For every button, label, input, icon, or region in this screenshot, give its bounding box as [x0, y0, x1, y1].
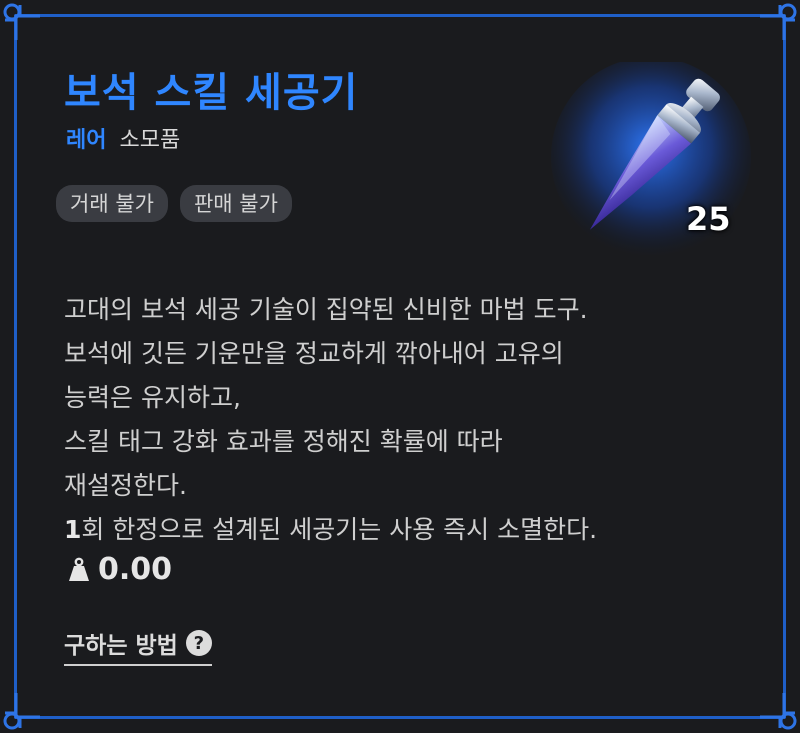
how-to-acquire-label: 구하는 방법	[64, 633, 178, 659]
ornament-corner-icon	[760, 693, 797, 730]
description-line: 보석에 깃든 기운만을 정교하게 깎아내어 고유의	[64, 339, 564, 368]
weight-value: 0.00	[98, 552, 173, 587]
item-type: 레어 소모품	[66, 122, 180, 154]
item-category: 소모품	[119, 128, 181, 153]
ornament-corner-icon	[3, 3, 40, 40]
description-line: 능력은 유지하고,	[64, 383, 241, 412]
tag-unsellable: 판매 불가	[179, 185, 292, 222]
use-limit-count: 1	[64, 515, 82, 544]
ornament-corner-icon	[760, 3, 797, 40]
description-line: 1회 한정으로 설계된 세공기는 사용 즉시 소멸한다.	[64, 508, 597, 552]
item-weight: 0.00	[66, 552, 172, 587]
weight-icon	[69, 557, 89, 581]
item-name: 보석 스킬 세공기	[64, 70, 359, 116]
use-limit-text: 회 한정으로 설계된 세공기는 사용 즉시 소멸한다.	[81, 515, 598, 544]
item-tags: 거래 불가 판매 불가	[56, 185, 292, 222]
ornament-corner-icon	[3, 693, 40, 730]
description-line: 고대의 보석 세공 기술이 집약된 신비한 마법 도구.	[64, 295, 588, 324]
item-grade: 레어	[66, 128, 107, 153]
item-description: 고대의 보석 세공 기술이 집약된 신비한 마법 도구. 보석에 깃든 기운만을…	[64, 288, 597, 552]
item-count: 25	[686, 200, 731, 238]
question-circle-icon[interactable]: ?	[185, 630, 212, 656]
item-tooltip: 보석 스킬 세공기 레어 소모품 거래 불가 판매 불가 25 고대의 보석 세…	[0, 0, 800, 733]
description-line: 스킬 태그 강화 효과를 정해진 확률에 따라	[64, 427, 503, 456]
tag-untradable: 거래 불가	[56, 185, 168, 222]
description-line: 재설정한다.	[64, 471, 187, 500]
how-to-acquire-link[interactable]: 구하는 방법 ?	[64, 626, 212, 666]
